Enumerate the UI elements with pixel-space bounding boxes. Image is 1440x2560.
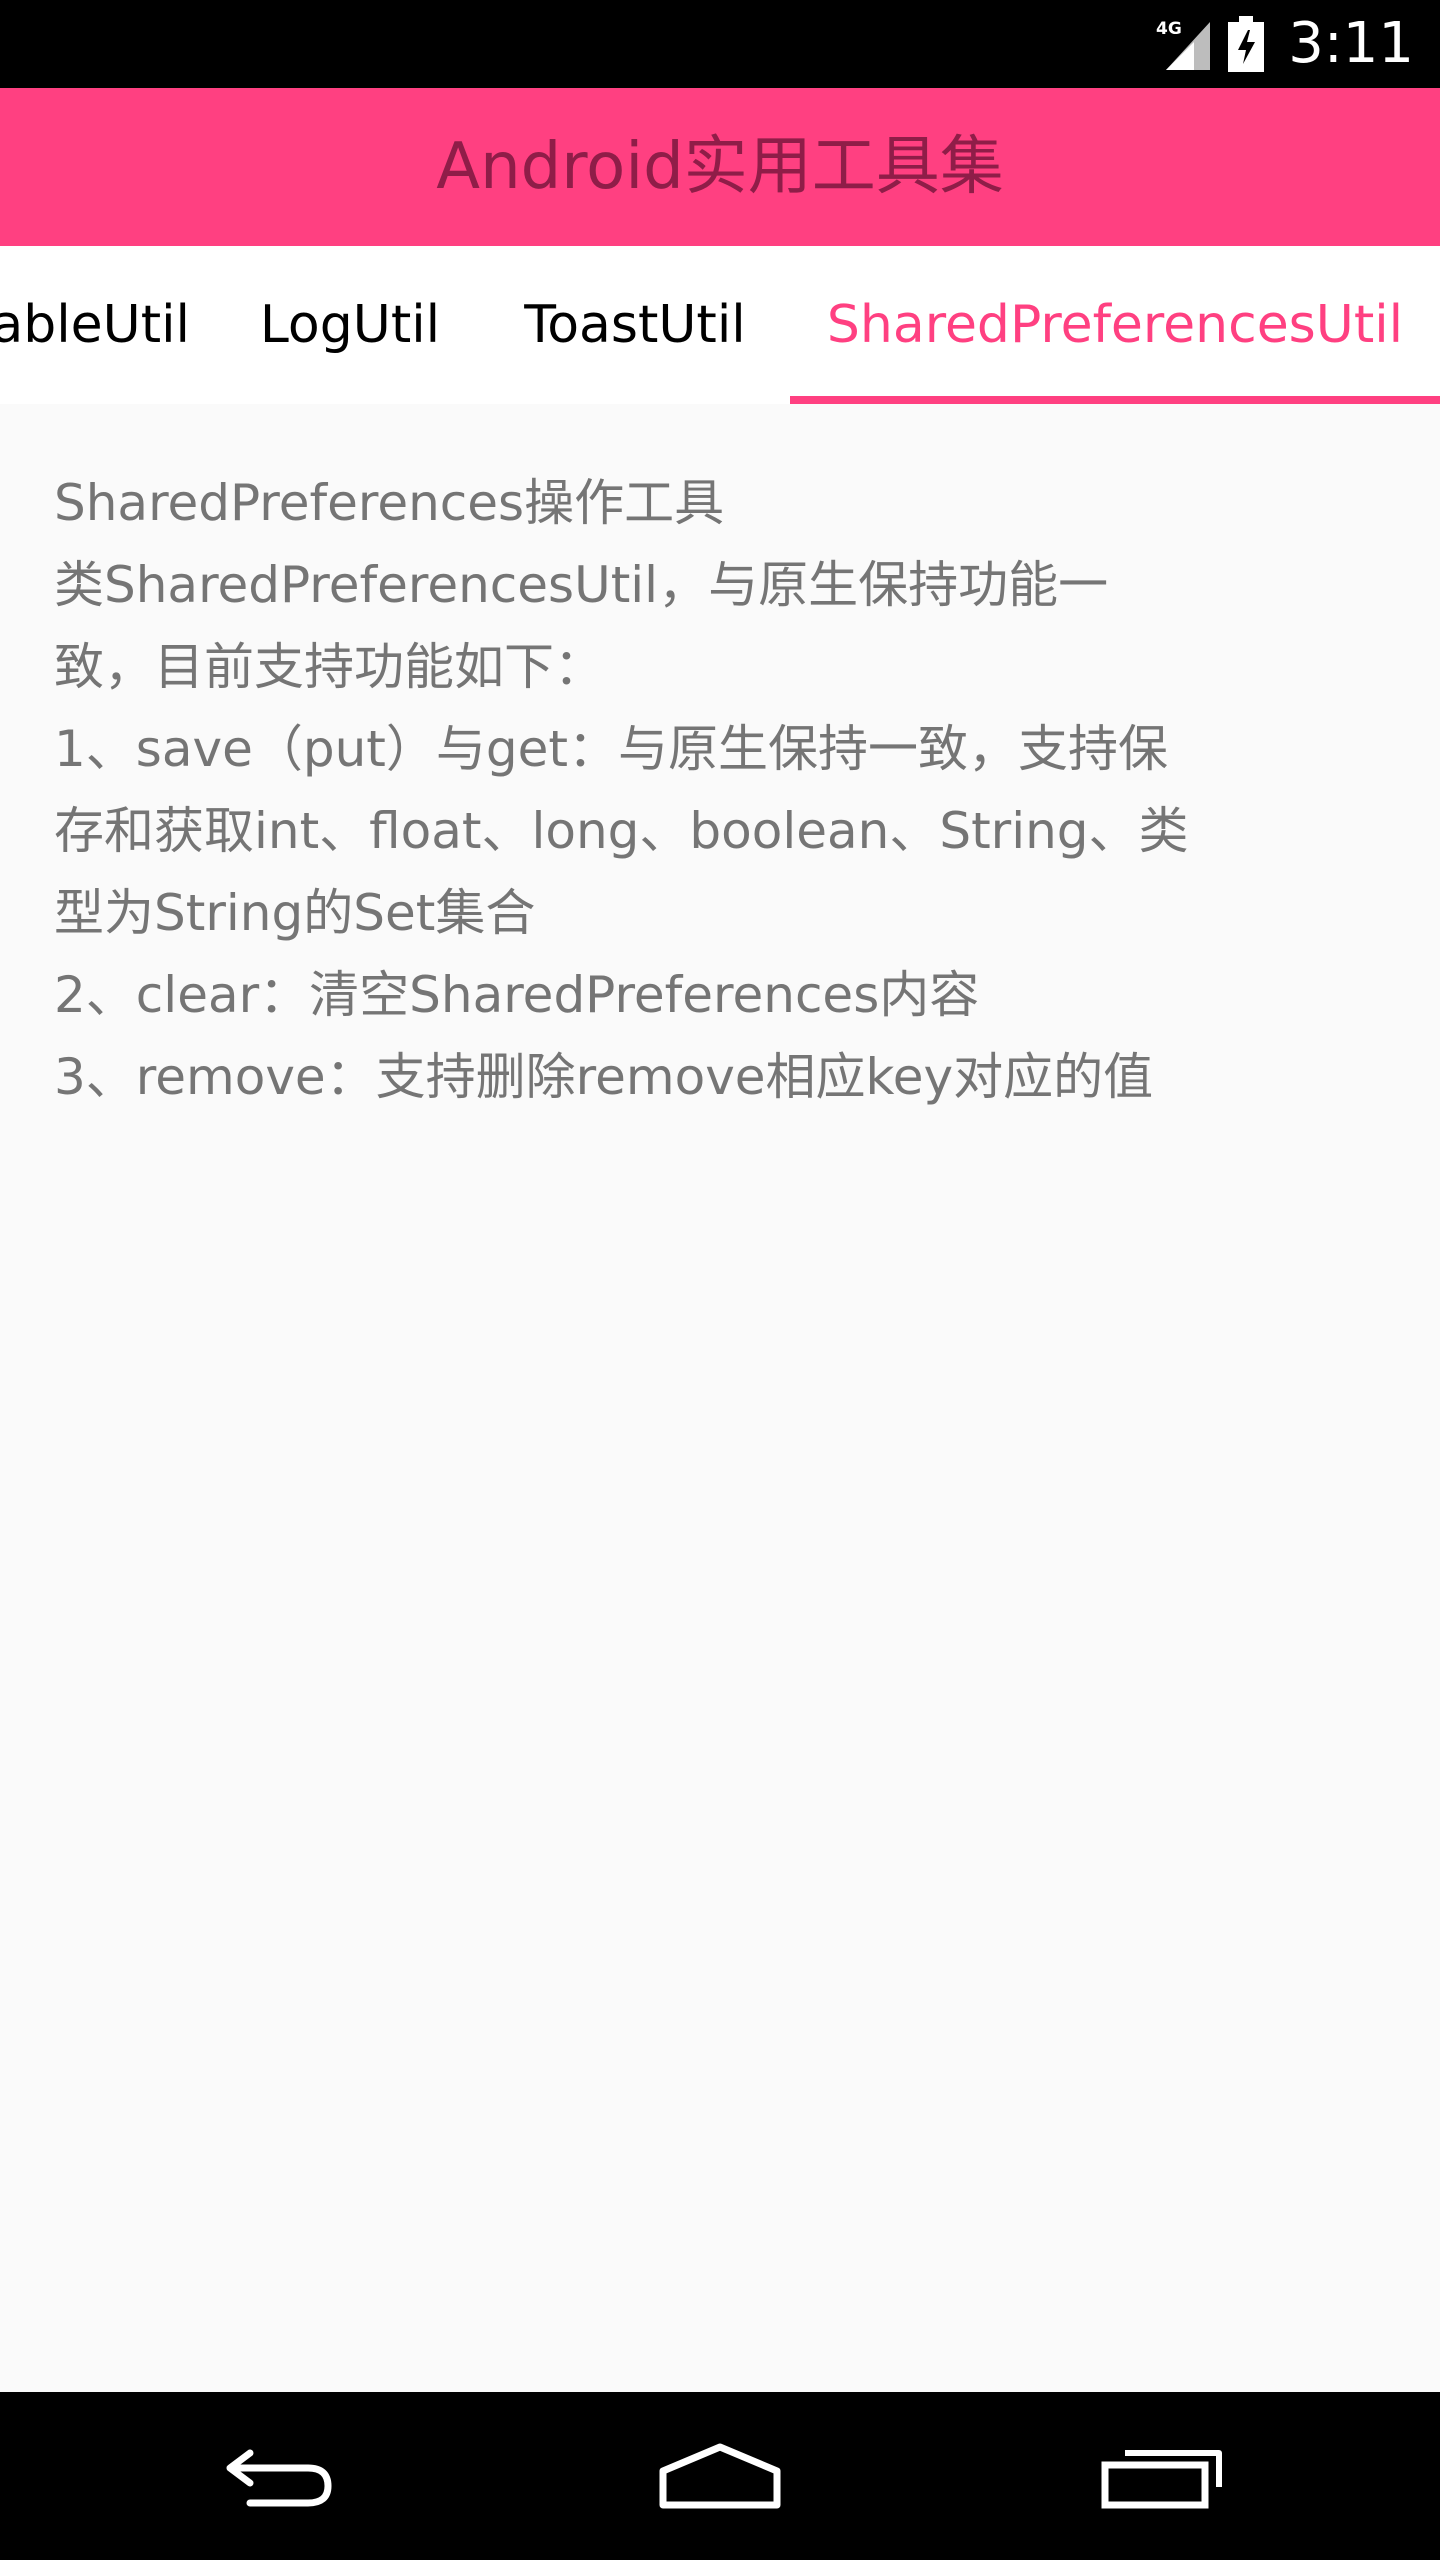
status-bar: 4G 3:11 bbox=[0, 0, 1440, 88]
tab-able-util[interactable]: ableUtil bbox=[0, 246, 190, 404]
description-line: 存和获取int、float、long、boolean、String、类 bbox=[54, 802, 1189, 860]
description-line: 型为String的Set集合 bbox=[54, 884, 536, 942]
recents-button[interactable] bbox=[1062, 2392, 1262, 2560]
screen: 4G 3:11 Android实用工具集 ableUtil LogUtil To… bbox=[0, 0, 1440, 2560]
network-type-label: 4G bbox=[1156, 19, 1182, 39]
back-icon bbox=[226, 2449, 332, 2507]
status-icons: 4G 3:11 bbox=[1156, 0, 1414, 88]
description-text: SharedPreferences操作工具 类SharedPreferences… bbox=[54, 462, 1354, 1118]
app-bar: Android实用工具集 bbox=[0, 88, 1440, 246]
signal-4g-icon: 4G bbox=[1156, 19, 1211, 70]
tab-log-util[interactable]: LogUtil bbox=[230, 246, 470, 404]
status-time: 3:11 bbox=[1288, 11, 1414, 76]
tab-bar: ableUtil LogUtil ToastUtil SharedPrefere… bbox=[0, 246, 1440, 404]
navigation-bar bbox=[0, 2392, 1440, 2560]
home-button[interactable] bbox=[620, 2392, 820, 2560]
description-line: 类SharedPreferencesUtil，与原生保持功能一 bbox=[54, 556, 1109, 614]
back-button[interactable] bbox=[180, 2392, 380, 2560]
recents-icon bbox=[1101, 2450, 1222, 2509]
tab-shared-preferences-util[interactable]: SharedPreferencesUtil bbox=[790, 246, 1440, 404]
home-icon bbox=[659, 2443, 781, 2509]
tab-toast-util[interactable]: ToastUtil bbox=[490, 246, 780, 404]
description-line: 1、save（put）与get：与原生保持一致，支持保 bbox=[54, 720, 1168, 778]
description-line: 2、clear：清空SharedPreferences内容 bbox=[54, 966, 980, 1024]
description-line: 3、remove：支持删除remove相应key对应的值 bbox=[54, 1048, 1154, 1106]
description-line: 致，目前支持功能如下： bbox=[54, 638, 604, 696]
battery-charging-icon bbox=[1228, 16, 1265, 72]
description-line: SharedPreferences操作工具 bbox=[54, 474, 725, 532]
app-title: Android实用工具集 bbox=[436, 130, 1004, 204]
tab-indicator bbox=[790, 396, 1440, 404]
